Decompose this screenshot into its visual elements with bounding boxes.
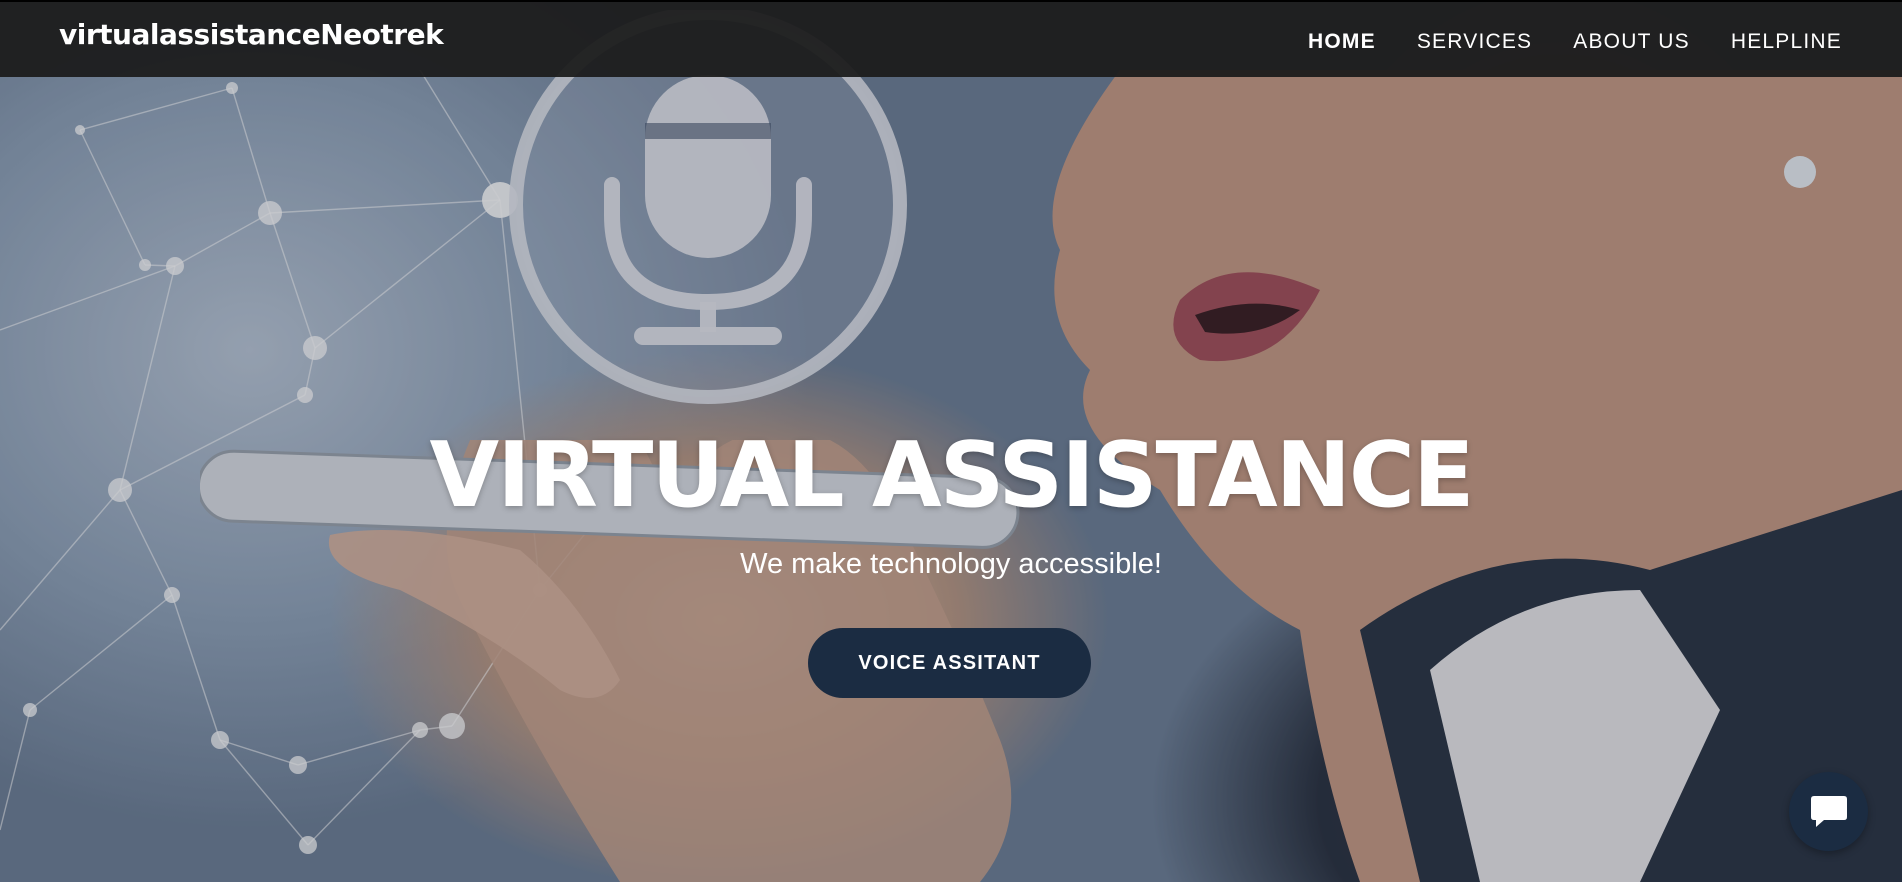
nav-helpline[interactable]: HELPLINE xyxy=(1731,30,1842,54)
brand-logo[interactable]: virtualassistanceNeotrek xyxy=(59,18,444,51)
chat-widget-button[interactable] xyxy=(1789,772,1868,851)
top-navbar: virtualassistanceNeotrek HOME SERVICES A… xyxy=(0,0,1902,77)
hero-title: VIRTUAL ASSISTANCE xyxy=(429,423,1475,528)
nav-about-us[interactable]: ABOUT US xyxy=(1573,30,1690,54)
nav-home[interactable]: HOME xyxy=(1308,30,1376,54)
main-nav: HOME SERVICES ABOUT US HELPLINE xyxy=(1308,30,1842,54)
chat-bubble-icon xyxy=(1810,795,1847,827)
nav-services[interactable]: SERVICES xyxy=(1417,30,1532,54)
hero-subtitle: We make technology accessible! xyxy=(740,548,1162,580)
voice-assistant-button[interactable]: VOICE ASSITANT xyxy=(808,628,1091,698)
